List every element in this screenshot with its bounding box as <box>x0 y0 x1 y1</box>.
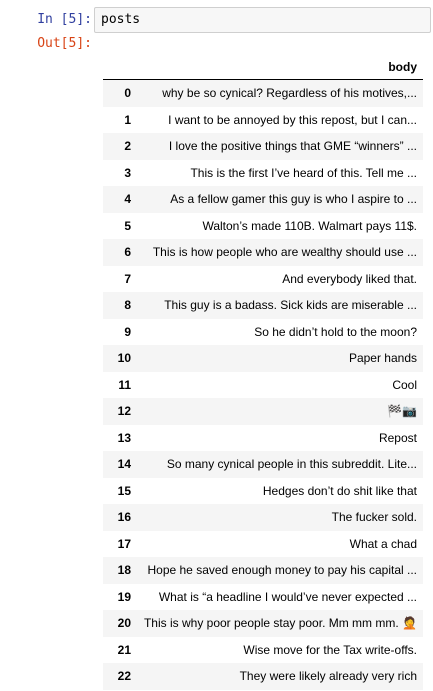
body-cell: This guy is a badass. Sick kids are mise… <box>164 298 417 313</box>
table-row: 10 Paper hands <box>103 345 423 372</box>
dataframe-table: body 0 why be so cynical? Regardless of h… <box>103 55 423 690</box>
body-cell: why be so cynical? Regardless of his mot… <box>162 86 417 101</box>
table-row: 8 This guy is a badass. Sick kids are mis… <box>103 292 423 319</box>
output-area: body 0 why be so cynical? Regardless of h… <box>103 55 423 690</box>
row-index: 11 <box>118 377 131 392</box>
body-cell: 🏁📷 <box>387 404 417 419</box>
input-prompt: In [5]: <box>37 12 92 27</box>
row-index: 5 <box>124 218 131 233</box>
row-index: 15 <box>117 483 131 498</box>
body-cell: Hedges don’t do shit like that <box>262 483 417 498</box>
table-row: 20 This is why poor people stay poor. Mm … <box>103 610 423 637</box>
table-row: 7 And everybody liked that. <box>103 265 423 292</box>
table-row: 19 What is “a headline I would’ve never e… <box>103 583 423 610</box>
row-index: 6 <box>124 245 131 260</box>
row-index: 1 <box>124 112 131 127</box>
body-cell: What a chad <box>349 536 417 551</box>
row-index: 16 <box>117 510 131 525</box>
row-index: 9 <box>124 324 131 339</box>
body-cell: So he didn’t hold to the moon? <box>254 324 417 339</box>
row-index: 20 <box>117 616 131 631</box>
row-index: 10 <box>117 351 131 366</box>
row-index: 14 <box>117 457 131 472</box>
table-row: 17 What a chad <box>103 530 423 557</box>
body-cell: As a fellow gamer this guy is who I aspi… <box>170 192 417 207</box>
row-index: 13 <box>117 430 131 445</box>
body-cell: I want to be annoyed by this repost, but… <box>168 112 417 127</box>
table-body: 0 why be so cynical? Regardless of his mo… <box>103 79 423 690</box>
table-row: 11 Cool <box>103 371 423 398</box>
body-cell: And everybody liked that. <box>282 271 417 286</box>
code-input-area[interactable]: posts <box>94 7 431 33</box>
table-row: 9 So he didn’t hold to the moon? <box>103 318 423 345</box>
table-row: 21 Wise move for the Tax write-offs. <box>103 636 423 663</box>
code-text[interactable]: posts <box>101 8 140 32</box>
row-index: 12 <box>117 404 131 419</box>
body-cell: Repost <box>378 430 417 445</box>
table-row: 18 Hope he saved enough money to pay his … <box>103 557 423 584</box>
body-cell: Walton’s made 110B. Walmart pays 11$. <box>202 218 417 233</box>
row-index: 4 <box>124 192 131 207</box>
row-index: 0 <box>124 86 131 101</box>
table-row: 2 I love the positive things that GME “wi… <box>103 133 423 160</box>
table-row: 0 why be so cynical? Regardless of his mo… <box>103 79 423 107</box>
body-cell: Cool <box>392 377 417 392</box>
row-index: 19 <box>117 589 131 604</box>
body-cell: What is “a headline I would’ve never exp… <box>158 589 417 604</box>
table-row: 22 They were likely already very rich <box>103 663 423 690</box>
row-index: 2 <box>124 139 131 154</box>
table-row: 15 Hedges don’t do shit like that <box>103 477 423 504</box>
body-cell: They were likely already very rich <box>239 669 417 684</box>
row-index: 8 <box>124 298 131 313</box>
table-row: 6 This is how people who are wealthy shou… <box>103 239 423 266</box>
table-row: 14 So many cynical people in this subredd… <box>103 451 423 478</box>
row-index: 7 <box>124 271 131 286</box>
body-cell: This is the first I’ve heard of this. Te… <box>190 165 417 180</box>
body-cell: Wise move for the Tax write-offs. <box>243 642 417 657</box>
table-row: 12 🏁📷 <box>103 398 423 425</box>
body-cell: This is why poor people stay poor. Mm mm… <box>143 616 417 631</box>
table-row: 3 This is the first I’ve heard of this. T… <box>103 159 423 186</box>
table-row: 4 As a fellow gamer this guy is who I asp… <box>103 186 423 213</box>
row-index: 17 <box>117 536 131 551</box>
body-cell: The fucker sold. <box>331 510 417 525</box>
header-row: body <box>103 55 423 80</box>
row-index: 18 <box>117 563 131 578</box>
input-cell: In [5]: posts <box>0 7 433 33</box>
table-row: 13 Repost <box>103 424 423 451</box>
table-row: 5 Walton’s made 110B. Walmart pays 11$. <box>103 212 423 239</box>
row-index: 3 <box>124 165 131 180</box>
body-cell: This is how people who are wealthy shoul… <box>152 245 417 260</box>
row-index: 22 <box>117 669 131 684</box>
row-index: 21 <box>117 642 131 657</box>
table-row: 1 I want to be annoyed by this repost, bu… <box>103 106 423 133</box>
table-row: 16 The fucker sold. <box>103 504 423 531</box>
output-prompt: Out[5]: <box>37 36 92 51</box>
body-cell: So many cynical people in this subreddit… <box>166 457 417 472</box>
body-column-header: body <box>135 55 423 80</box>
body-cell: Paper hands <box>348 351 417 366</box>
index-column-header <box>103 55 135 80</box>
body-cell: I love the positive things that GME “win… <box>168 139 417 154</box>
body-cell: Hope he saved enough money to pay his ca… <box>147 563 417 578</box>
